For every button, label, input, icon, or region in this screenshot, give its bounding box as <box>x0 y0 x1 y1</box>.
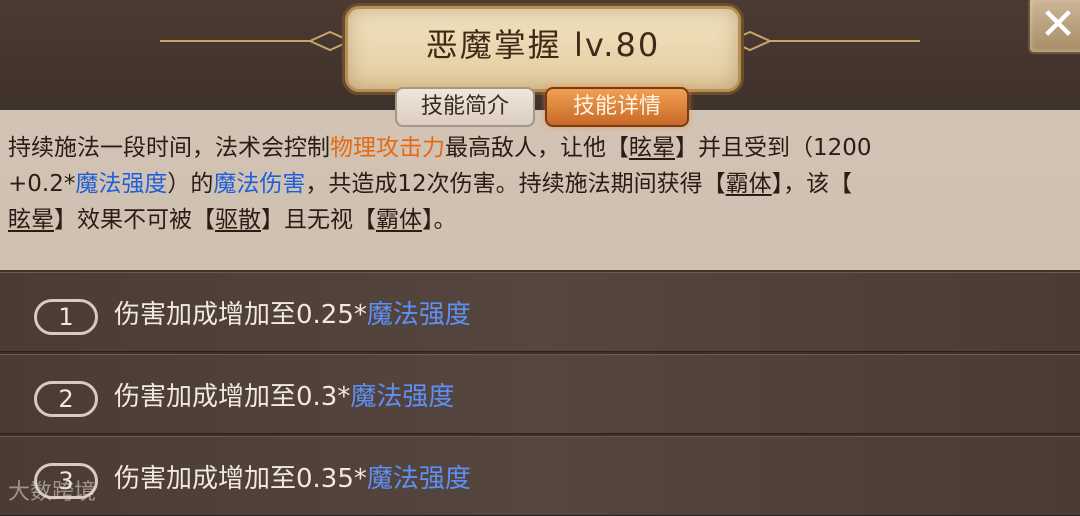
upgrade-stat: 魔法强度 <box>366 300 471 330</box>
upgrade-text: 伤害加成增加至0.25*魔法强度 <box>114 295 471 335</box>
upgrade-level-badge: 2 <box>34 381 98 417</box>
upgrade-desc: 伤害加成增加至0.25* <box>114 300 367 330</box>
close-icon: ✕ <box>1039 0 1077 50</box>
desc-keyword: 魔法强度 <box>75 171 168 197</box>
desc-status-link[interactable]: 霸体 <box>376 207 422 233</box>
tab-skill-intro[interactable]: 技能简介 <box>395 87 535 127</box>
desc-text: 】。 <box>422 207 457 233</box>
title-ornament-left <box>160 30 350 52</box>
upgrade-row: 2 伤害加成增加至0.3*魔法强度 <box>0 354 1080 434</box>
desc-text: ，共造成12次伤害。持续施法期间获得【 <box>305 171 726 197</box>
close-button[interactable]: ✕ <box>1028 0 1080 54</box>
upgrade-row: 3 伤害加成增加至0.35*魔法强度 <box>0 436 1080 516</box>
upgrade-desc: 伤害加成增加至0.3* <box>114 382 351 412</box>
upgrade-text: 伤害加成增加至0.3*魔法强度 <box>114 377 454 417</box>
watermark: 大数跨境 <box>8 480 97 505</box>
upgrade-stat: 魔法强度 <box>350 382 455 412</box>
desc-text: 最高敌人，让他【 <box>445 135 629 161</box>
desc-text: +0.2* <box>8 171 76 197</box>
upgrade-text: 伤害加成增加至0.35*魔法强度 <box>114 459 471 499</box>
title-ornament-right <box>730 30 920 52</box>
tab-skill-detail[interactable]: 技能详情 <box>545 87 689 127</box>
upgrade-row: 1 伤害加成增加至0.25*魔法强度 <box>0 272 1080 352</box>
desc-status-link[interactable]: 眩晕 <box>629 135 675 161</box>
desc-text: 持续施法一段时间，法术会控制 <box>8 135 330 161</box>
desc-keyword: 魔法伤害 <box>213 171 306 197</box>
desc-text: ）的 <box>167 171 214 197</box>
skill-description: 持续施法一段时间，法术会控制物理攻击力最高敌人，让他【眩晕】并且受到（1200 … <box>8 130 1072 238</box>
upgrade-level-badge: 1 <box>34 299 98 335</box>
desc-status-link[interactable]: 驱散 <box>215 207 261 233</box>
desc-keyword: 物理攻击力 <box>330 135 445 161</box>
desc-text: 】，该【 <box>771 171 853 197</box>
skill-title: 恶魔掌握 lv.80 <box>425 26 661 64</box>
desc-text: 】且无视【 <box>261 207 376 233</box>
upgrade-desc: 伤害加成增加至0.35* <box>114 464 367 494</box>
desc-text: 】效果不可被【 <box>54 207 215 233</box>
desc-status-link[interactable]: 霸体 <box>726 171 772 197</box>
skill-panel: 恶魔掌握 lv.80 ✕ 技能简介 技能详情 持续施法一段时间，法术会控制物理攻… <box>0 0 1080 516</box>
desc-status-link[interactable]: 眩晕 <box>8 207 54 233</box>
upgrade-stat: 魔法强度 <box>366 464 471 494</box>
desc-text: 】并且受到（1200 <box>675 135 872 161</box>
